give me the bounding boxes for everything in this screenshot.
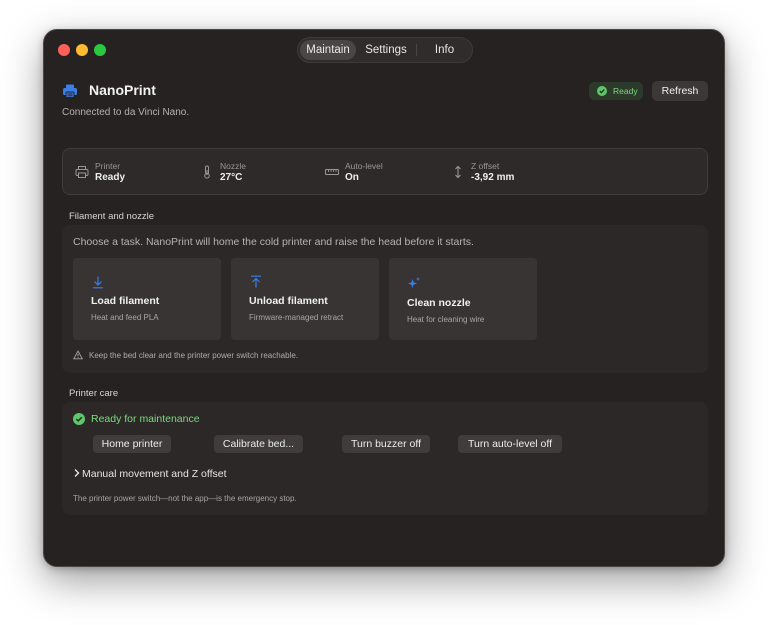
arrow-down-icon <box>93 276 103 289</box>
thermometer-icon <box>204 165 210 179</box>
z-offset-stat-label: Z offset <box>471 161 500 171</box>
app-window: Maintain Settings Info NanoPrint Connect… <box>43 29 725 567</box>
tab-settings[interactable]: Settings <box>356 40 416 60</box>
printer-stat-label: Printer <box>95 161 121 171</box>
tab-bar: Maintain Settings Info <box>297 37 473 63</box>
nozzle-stat-label: Nozzle <box>220 161 246 171</box>
clean-nozzle-title: Clean nozzle <box>407 297 471 309</box>
app-title: NanoPrint <box>89 82 156 98</box>
safety-warning: Keep the bed clear and the printer power… <box>89 351 299 360</box>
ruler-icon <box>325 169 339 175</box>
unload-filament-title: Unload filament <box>249 295 328 307</box>
emergency-stop-note: The printer power switch—not the app—is … <box>73 494 297 503</box>
auto-level-stat-value: On <box>345 172 359 183</box>
maintenance-status: Ready for maintenance <box>91 413 200 425</box>
printer-status-card: Printer Ready Nozzle 27°C Auto-level On … <box>62 148 708 195</box>
chevron-right-icon[interactable] <box>73 468 81 478</box>
z-offset-stat-value: -3,92 mm <box>471 172 515 183</box>
refresh-button[interactable]: Refresh <box>652 81 708 101</box>
connection-subtitle: Connected to da Vinci Nano. <box>62 107 190 118</box>
tab-maintain[interactable]: Maintain <box>300 40 356 60</box>
printer-icon <box>63 84 77 98</box>
home-printer-button[interactable]: Home printer <box>93 435 171 453</box>
printer-care-section-title: Printer care <box>69 388 119 399</box>
clean-nozzle-description: Heat for cleaning wire <box>407 315 485 324</box>
load-filament-title: Load filament <box>91 295 160 307</box>
turn-buzzer-off-button[interactable]: Turn buzzer off <box>342 435 430 453</box>
vertical-arrows-icon <box>455 165 461 179</box>
clean-nozzle-card[interactable]: Clean nozzle Heat for cleaning wire <box>389 258 537 340</box>
tab-info[interactable]: Info <box>417 40 472 60</box>
unload-filament-card[interactable]: Unload filament Firmware-managed retract <box>231 258 379 340</box>
maximize-window-button[interactable] <box>94 44 106 56</box>
close-window-button[interactable] <box>58 44 70 56</box>
load-filament-card[interactable]: Load filament Heat and feed PLA <box>73 258 221 340</box>
calibrate-bed-button[interactable]: Calibrate bed... <box>214 435 303 453</box>
checkmark-circle-icon <box>73 413 85 425</box>
minimize-window-button[interactable] <box>76 44 88 56</box>
sparkles-icon <box>408 276 421 288</box>
warning-icon <box>73 350 83 360</box>
load-filament-description: Heat and feed PLA <box>91 313 159 322</box>
printer-stat-value: Ready <box>95 172 126 183</box>
turn-auto-level-off-button[interactable]: Turn auto-level off <box>458 435 562 453</box>
manual-movement-disclosure[interactable]: Manual movement and Z offset <box>82 468 227 480</box>
printer-icon <box>75 166 89 178</box>
nozzle-stat-value: 27°C <box>220 172 243 183</box>
auto-level-stat-label: Auto-level <box>345 161 383 171</box>
unload-filament-description: Firmware-managed retract <box>249 313 344 322</box>
checkmark-circle-icon <box>597 86 607 96</box>
arrow-up-icon <box>251 275 261 288</box>
status-badge-label: Ready <box>613 86 638 96</box>
filament-intro: Choose a task. NanoPrint will home the c… <box>73 236 474 248</box>
filament-section-title: Filament and nozzle <box>69 211 155 222</box>
status-badge: Ready <box>589 82 643 100</box>
